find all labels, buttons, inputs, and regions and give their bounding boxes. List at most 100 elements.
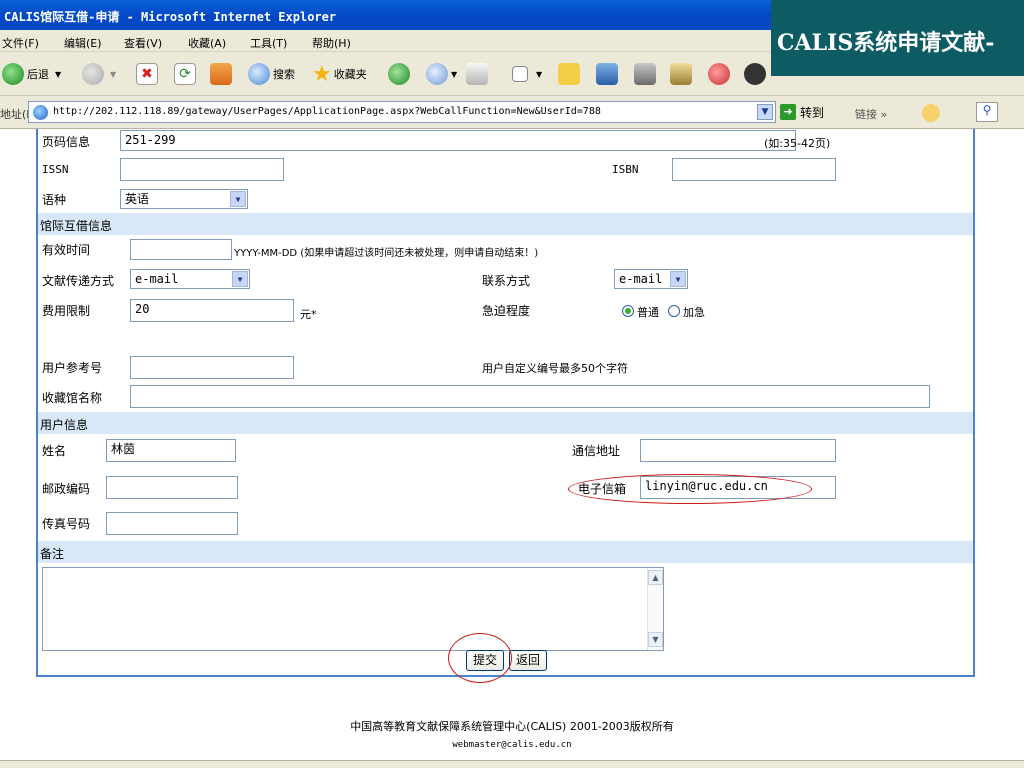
book-icon [670, 63, 692, 85]
page-info-label: 页码信息 [42, 135, 91, 149]
print-icon [466, 63, 488, 85]
remarks-scrollbar[interactable]: ▲ ▼ [647, 568, 663, 650]
home-button[interactable] [210, 60, 232, 88]
contact-select[interactable]: e-mail ▼ [614, 269, 688, 289]
delivery-select[interactable]: e-mail ▼ [130, 269, 250, 289]
contact-value: e-mail [619, 272, 663, 286]
user-ref-hint: 用户自定义编号最多50个字符 [482, 362, 628, 375]
stop-button[interactable]: ✖ [136, 60, 158, 88]
delivery-label: 文献传递方式 [42, 274, 115, 288]
history-icon [388, 63, 410, 85]
print-button[interactable] [466, 60, 488, 88]
highlight-ellipse-email [568, 474, 812, 504]
fee-limit-label: 费用限制 [42, 304, 91, 318]
ie-page-icon [33, 105, 48, 120]
folder-icon [558, 63, 580, 85]
edit-button[interactable]: ▼ [512, 60, 542, 88]
folder-button[interactable] [558, 60, 580, 88]
tool-icon [634, 63, 656, 85]
remarks-section-header: 备注 [38, 541, 973, 563]
page-info-hint: (如:35-42页) [764, 137, 831, 150]
valid-time-hint: YYYY-MM-DD (如果申请超过该时间还未被处理，则申请自动结束！) [234, 248, 539, 259]
tool-button-3[interactable] [708, 60, 730, 88]
favorites-button-label: 收藏夹 [333, 68, 367, 81]
postcode-input[interactable] [106, 476, 238, 499]
scroll-up-icon[interactable]: ▲ [648, 570, 663, 585]
mail-address-input[interactable] [640, 439, 836, 462]
issn-label: ISSN [42, 163, 69, 176]
go-button[interactable]: ➜ 转到 [780, 102, 824, 122]
address-input[interactable]: http://202.112.118.89/gateway/UserPages/… [28, 101, 776, 123]
search-button[interactable]: 搜索 [248, 60, 295, 88]
star-icon: ★ [312, 61, 332, 87]
contact-label: 联系方式 [482, 274, 531, 288]
scroll-down-icon[interactable]: ▼ [648, 632, 663, 647]
remarks-section-title: 备注 [40, 547, 65, 561]
urgency-urgent-radio[interactable] [668, 305, 680, 317]
refresh-button[interactable]: ⟳ [174, 60, 196, 88]
history-button[interactable] [388, 60, 410, 88]
urgency-normal-radio[interactable] [622, 305, 634, 317]
mail-button[interactable]: ▼ [426, 60, 457, 88]
fee-limit-input[interactable]: 20 [130, 299, 294, 322]
language-select[interactable]: 英语 ▼ [120, 189, 248, 209]
delivery-value: e-mail [135, 272, 179, 286]
valid-time-label: 有效时间 [42, 243, 91, 257]
tool-button-4[interactable] [744, 60, 766, 88]
messenger-button[interactable] [596, 60, 618, 88]
people-icon [708, 63, 730, 85]
slide-banner-text: CALIS系统申请文献- [777, 30, 995, 56]
links-button[interactable]: 链接 » [855, 106, 887, 122]
footer-copyright: 中国高等教育文献保障系统管理中心(CALIS) 2001-2003版权所有 [350, 720, 674, 733]
valid-time-input[interactable] [130, 239, 232, 260]
msn-icon[interactable] [922, 104, 940, 122]
library-name-input[interactable] [130, 385, 930, 408]
refresh-icon: ⟳ [174, 63, 196, 85]
footer-email-link[interactable]: webmaster@calis.edu.cn [0, 740, 1024, 750]
go-arrow-icon: ➜ [780, 104, 796, 120]
mail-icon [426, 63, 448, 85]
fee-limit-unit: 元* [300, 308, 317, 321]
fax-input[interactable] [106, 512, 238, 535]
urgency-urgent-label: 加急 [683, 306, 705, 319]
menu-file[interactable]: 文件(F) [2, 35, 39, 51]
edit-page-icon [512, 66, 528, 82]
dropdown-arrow-icon: ▼ [110, 69, 117, 79]
language-label: 语种 [42, 193, 67, 207]
dropdown-arrow-icon: ▼ [451, 69, 458, 79]
remarks-textarea[interactable]: ▲ ▼ [42, 567, 664, 651]
name-input[interactable]: 林茵 [106, 439, 236, 462]
back-button[interactable]: 后退 ▼ [2, 60, 61, 88]
window-title: CALIS馆际互借-申请 - Microsoft Internet Explor… [4, 10, 337, 24]
back-arrow-icon [2, 63, 24, 85]
address-dropdown-icon[interactable]: ▼ [757, 104, 773, 120]
address-url: http://202.112.118.89/gateway/UserPages/… [53, 106, 601, 117]
tool-button-2[interactable] [670, 60, 692, 88]
forward-button[interactable]: ▼ [82, 60, 116, 88]
language-value: 英语 [125, 192, 150, 206]
application-form: 页码信息 251-299 (如:35-42页) ISSN ISBN 语种 英语 … [36, 129, 975, 683]
menu-view[interactable]: 查看(V) [124, 35, 162, 51]
library-name-label: 收藏馆名称 [42, 391, 103, 405]
back-form-button[interactable]: 返回 [509, 650, 547, 671]
postcode-label: 邮政编码 [42, 482, 91, 496]
messenger-icon [596, 63, 618, 85]
home-icon [210, 63, 232, 85]
favorites-button[interactable]: ★ 收藏夹 [312, 60, 367, 88]
menu-favorites[interactable]: 收藏(A) [188, 35, 226, 51]
urgency-normal-label: 普通 [637, 306, 659, 319]
isbn-label: ISBN [612, 163, 639, 176]
address-bar: 地址(D) http://202.112.118.89/gateway/User… [0, 96, 1024, 129]
highlight-circle-submit [448, 633, 512, 683]
ill-section-title: 馆际互借信息 [40, 219, 113, 233]
menu-edit[interactable]: 编辑(E) [64, 35, 102, 51]
menu-tools[interactable]: 工具(T) [250, 35, 287, 51]
isbn-input[interactable] [672, 158, 836, 181]
page-info-input[interactable]: 251-299 [120, 130, 796, 151]
menu-help[interactable]: 帮助(H) [312, 35, 351, 51]
tool-button-1[interactable] [634, 60, 656, 88]
search-toolbar-icon[interactable]: ⚲ [976, 102, 998, 122]
issn-input[interactable] [120, 158, 284, 181]
urgency-label: 急迫程度 [482, 304, 531, 318]
user-ref-input[interactable] [130, 356, 294, 379]
